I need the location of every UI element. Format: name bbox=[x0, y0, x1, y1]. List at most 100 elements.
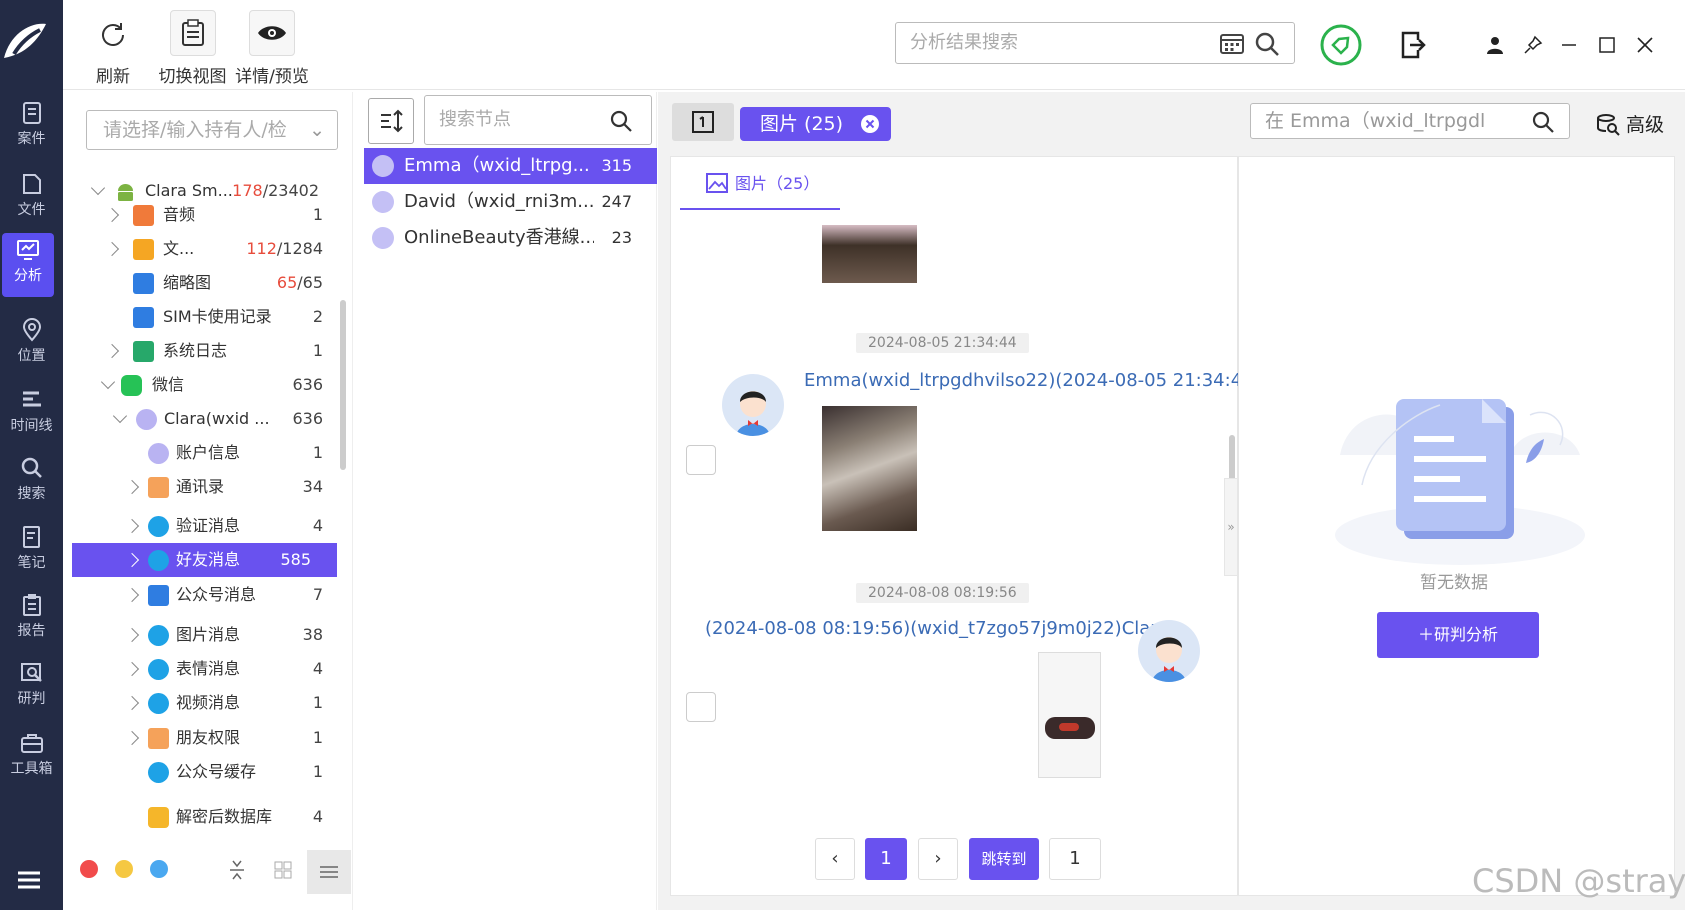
analyze-button[interactable]: ＋研判分析 bbox=[1377, 612, 1539, 658]
page-number-button[interactable]: 1 bbox=[865, 838, 907, 880]
avatar bbox=[1138, 620, 1200, 682]
nav-timeline[interactable]: 时间线 bbox=[0, 383, 63, 445]
tree-item-thumbnails[interactable]: 缩略图 65/65 bbox=[63, 266, 333, 300]
user-button[interactable] bbox=[1482, 32, 1508, 58]
minimize-button[interactable] bbox=[1556, 32, 1582, 58]
search-icon[interactable] bbox=[609, 109, 633, 133]
user-avatar-icon bbox=[372, 191, 394, 213]
tree-item-num: 1 bbox=[312, 205, 323, 224]
tree-item-sim[interactable]: SIM卡使用记录 2 bbox=[63, 300, 333, 334]
grid-view-button[interactable] bbox=[268, 855, 298, 885]
tree-item-decrypted-db[interactable]: 解密后数据库 4 bbox=[63, 800, 333, 834]
search-icon[interactable] bbox=[1254, 31, 1280, 57]
tree-item-label: 公众号消息 bbox=[176, 585, 257, 604]
export-button[interactable] bbox=[1398, 28, 1428, 62]
maximize-button[interactable] bbox=[1594, 32, 1620, 58]
chat-image[interactable] bbox=[1038, 652, 1101, 778]
nav-search[interactable]: 搜索 bbox=[0, 451, 63, 513]
chevron-down-icon: ⌄ bbox=[309, 119, 325, 141]
tree-item-image-msg[interactable]: 图片消息 38 bbox=[63, 618, 333, 652]
details-preview-button[interactable]: 详情/预览 bbox=[232, 10, 312, 87]
nav-notes[interactable]: 笔记 bbox=[0, 520, 63, 582]
tree-item-docs[interactable]: 文... 112/1284 bbox=[63, 232, 333, 266]
tree-item-video-msg[interactable]: 视频消息 1 bbox=[63, 686, 333, 720]
tab-images[interactable]: 图片 (25) bbox=[740, 107, 891, 141]
tab-images-sub[interactable]: 图片（25） bbox=[680, 166, 840, 210]
chevron-right-icon bbox=[124, 587, 140, 603]
close-circle-icon[interactable] bbox=[861, 115, 879, 133]
message-checkbox[interactable] bbox=[686, 692, 716, 722]
calendar-icon[interactable] bbox=[1220, 32, 1244, 54]
refresh-button[interactable]: 刷新 bbox=[88, 10, 138, 87]
nav-location-label: 位置 bbox=[17, 348, 46, 364]
page-input[interactable]: 1 bbox=[1049, 838, 1101, 880]
nav-case[interactable]: 案件 bbox=[0, 96, 63, 158]
tree-item-audio[interactable]: 音频 1 bbox=[63, 198, 333, 232]
tree-item-official-cache[interactable]: 公众号缓存 1 bbox=[63, 755, 333, 789]
nav-file[interactable]: 文件 bbox=[0, 167, 63, 229]
nav-report[interactable]: 报告 bbox=[0, 588, 63, 650]
tab-index[interactable] bbox=[672, 103, 734, 141]
tree-item-contacts[interactable]: 通讯录 34 bbox=[63, 470, 333, 504]
tree-item-friend-msg[interactable]: 好友消息 585 bbox=[72, 543, 337, 577]
blue-dot-icon[interactable] bbox=[150, 860, 168, 878]
tree-item-sticker-msg[interactable]: 表情消息 4 bbox=[63, 652, 333, 686]
contacts-icon bbox=[148, 477, 169, 498]
node-search-input[interactable]: 搜索节点 bbox=[424, 95, 652, 145]
timeline-icon bbox=[22, 391, 41, 407]
sort-button[interactable] bbox=[368, 98, 414, 144]
tree-item-friend-perm[interactable]: 朋友权限 1 bbox=[63, 721, 333, 755]
node-item[interactable]: David（wxid_rni3m... 247 bbox=[364, 184, 657, 220]
double-chevron-right-icon: » bbox=[1227, 520, 1235, 534]
image-icon bbox=[706, 173, 728, 193]
node-item-count: 315 bbox=[601, 156, 632, 175]
chevron-right-icon bbox=[124, 730, 140, 746]
tree-item-clara-account[interactable]: Clara(wxid ... 636 bbox=[63, 402, 333, 436]
status-shield-button[interactable] bbox=[1320, 24, 1362, 66]
tree-item-syslog[interactable]: 系统日志 1 bbox=[63, 334, 333, 368]
red-dot-icon[interactable] bbox=[80, 860, 98, 878]
collapse-button[interactable] bbox=[222, 855, 252, 885]
message-checkbox[interactable] bbox=[686, 445, 716, 475]
chat-image[interactable] bbox=[822, 406, 917, 531]
nav-analysis[interactable]: 分析 bbox=[2, 233, 54, 297]
holder-select[interactable]: 请选择/输入持有人/检 ⌄ bbox=[86, 110, 338, 150]
tree-item-num: 1 bbox=[312, 693, 323, 712]
chevron-down-icon bbox=[90, 180, 106, 196]
pin-button[interactable] bbox=[1520, 32, 1546, 58]
prev-page-button[interactable]: ‹ bbox=[815, 838, 855, 880]
tree-item-wechat[interactable]: 微信 636 bbox=[63, 368, 333, 402]
tree-item-label: 微信 bbox=[152, 375, 185, 394]
tree-item-num: 38 bbox=[302, 625, 323, 644]
node-item[interactable]: OnlineBeauty香港線... 23 bbox=[364, 220, 657, 256]
chat-image[interactable] bbox=[822, 225, 917, 283]
tree-item-account-info[interactable]: 账户信息 1 bbox=[63, 436, 333, 470]
tree-item-verify-msg[interactable]: 验证消息 4 bbox=[63, 509, 333, 543]
nav-toolbox[interactable]: 工具箱 bbox=[0, 726, 63, 788]
analysis-search-input[interactable]: 分析结果搜索 bbox=[895, 22, 1295, 64]
menu-icon[interactable] bbox=[10, 862, 46, 898]
switch-view-button[interactable]: 切换视图 bbox=[155, 10, 230, 87]
yellow-dot-icon[interactable] bbox=[115, 860, 133, 878]
chevron-right-icon: › bbox=[934, 848, 942, 869]
nav-judgement[interactable]: 研判 bbox=[0, 656, 63, 718]
switch-view-label: 切换视图 bbox=[158, 67, 227, 87]
advanced-search-button[interactable]: 高级 bbox=[1596, 110, 1664, 137]
tree-item-label: 解密后数据库 bbox=[176, 807, 273, 826]
tree-scrollbar[interactable] bbox=[340, 300, 346, 470]
analysis-search-placeholder: 分析结果搜索 bbox=[910, 32, 1018, 53]
node-item[interactable]: Emma（wxid_ltrpg... 315 bbox=[364, 148, 657, 184]
search-icon[interactable] bbox=[1531, 110, 1555, 134]
expand-handle[interactable]: » bbox=[1224, 478, 1238, 576]
nav-location[interactable]: 位置 bbox=[0, 313, 63, 375]
conversation-search-input[interactable]: 在 Emma（wxid_ltrpgdl bbox=[1250, 103, 1570, 139]
next-page-button[interactable]: › bbox=[918, 838, 958, 880]
tree-item-label: 图片消息 bbox=[176, 625, 241, 644]
goto-page-button[interactable]: 跳转到 bbox=[969, 838, 1039, 880]
user-avatar-icon bbox=[372, 227, 394, 249]
tree-item-official-msg[interactable]: 公众号消息 7 bbox=[63, 578, 333, 612]
chat-bubble-icon bbox=[148, 550, 169, 571]
list-view-button[interactable] bbox=[307, 850, 351, 894]
close-button[interactable] bbox=[1632, 32, 1658, 58]
chevron-right-icon bbox=[104, 343, 120, 359]
